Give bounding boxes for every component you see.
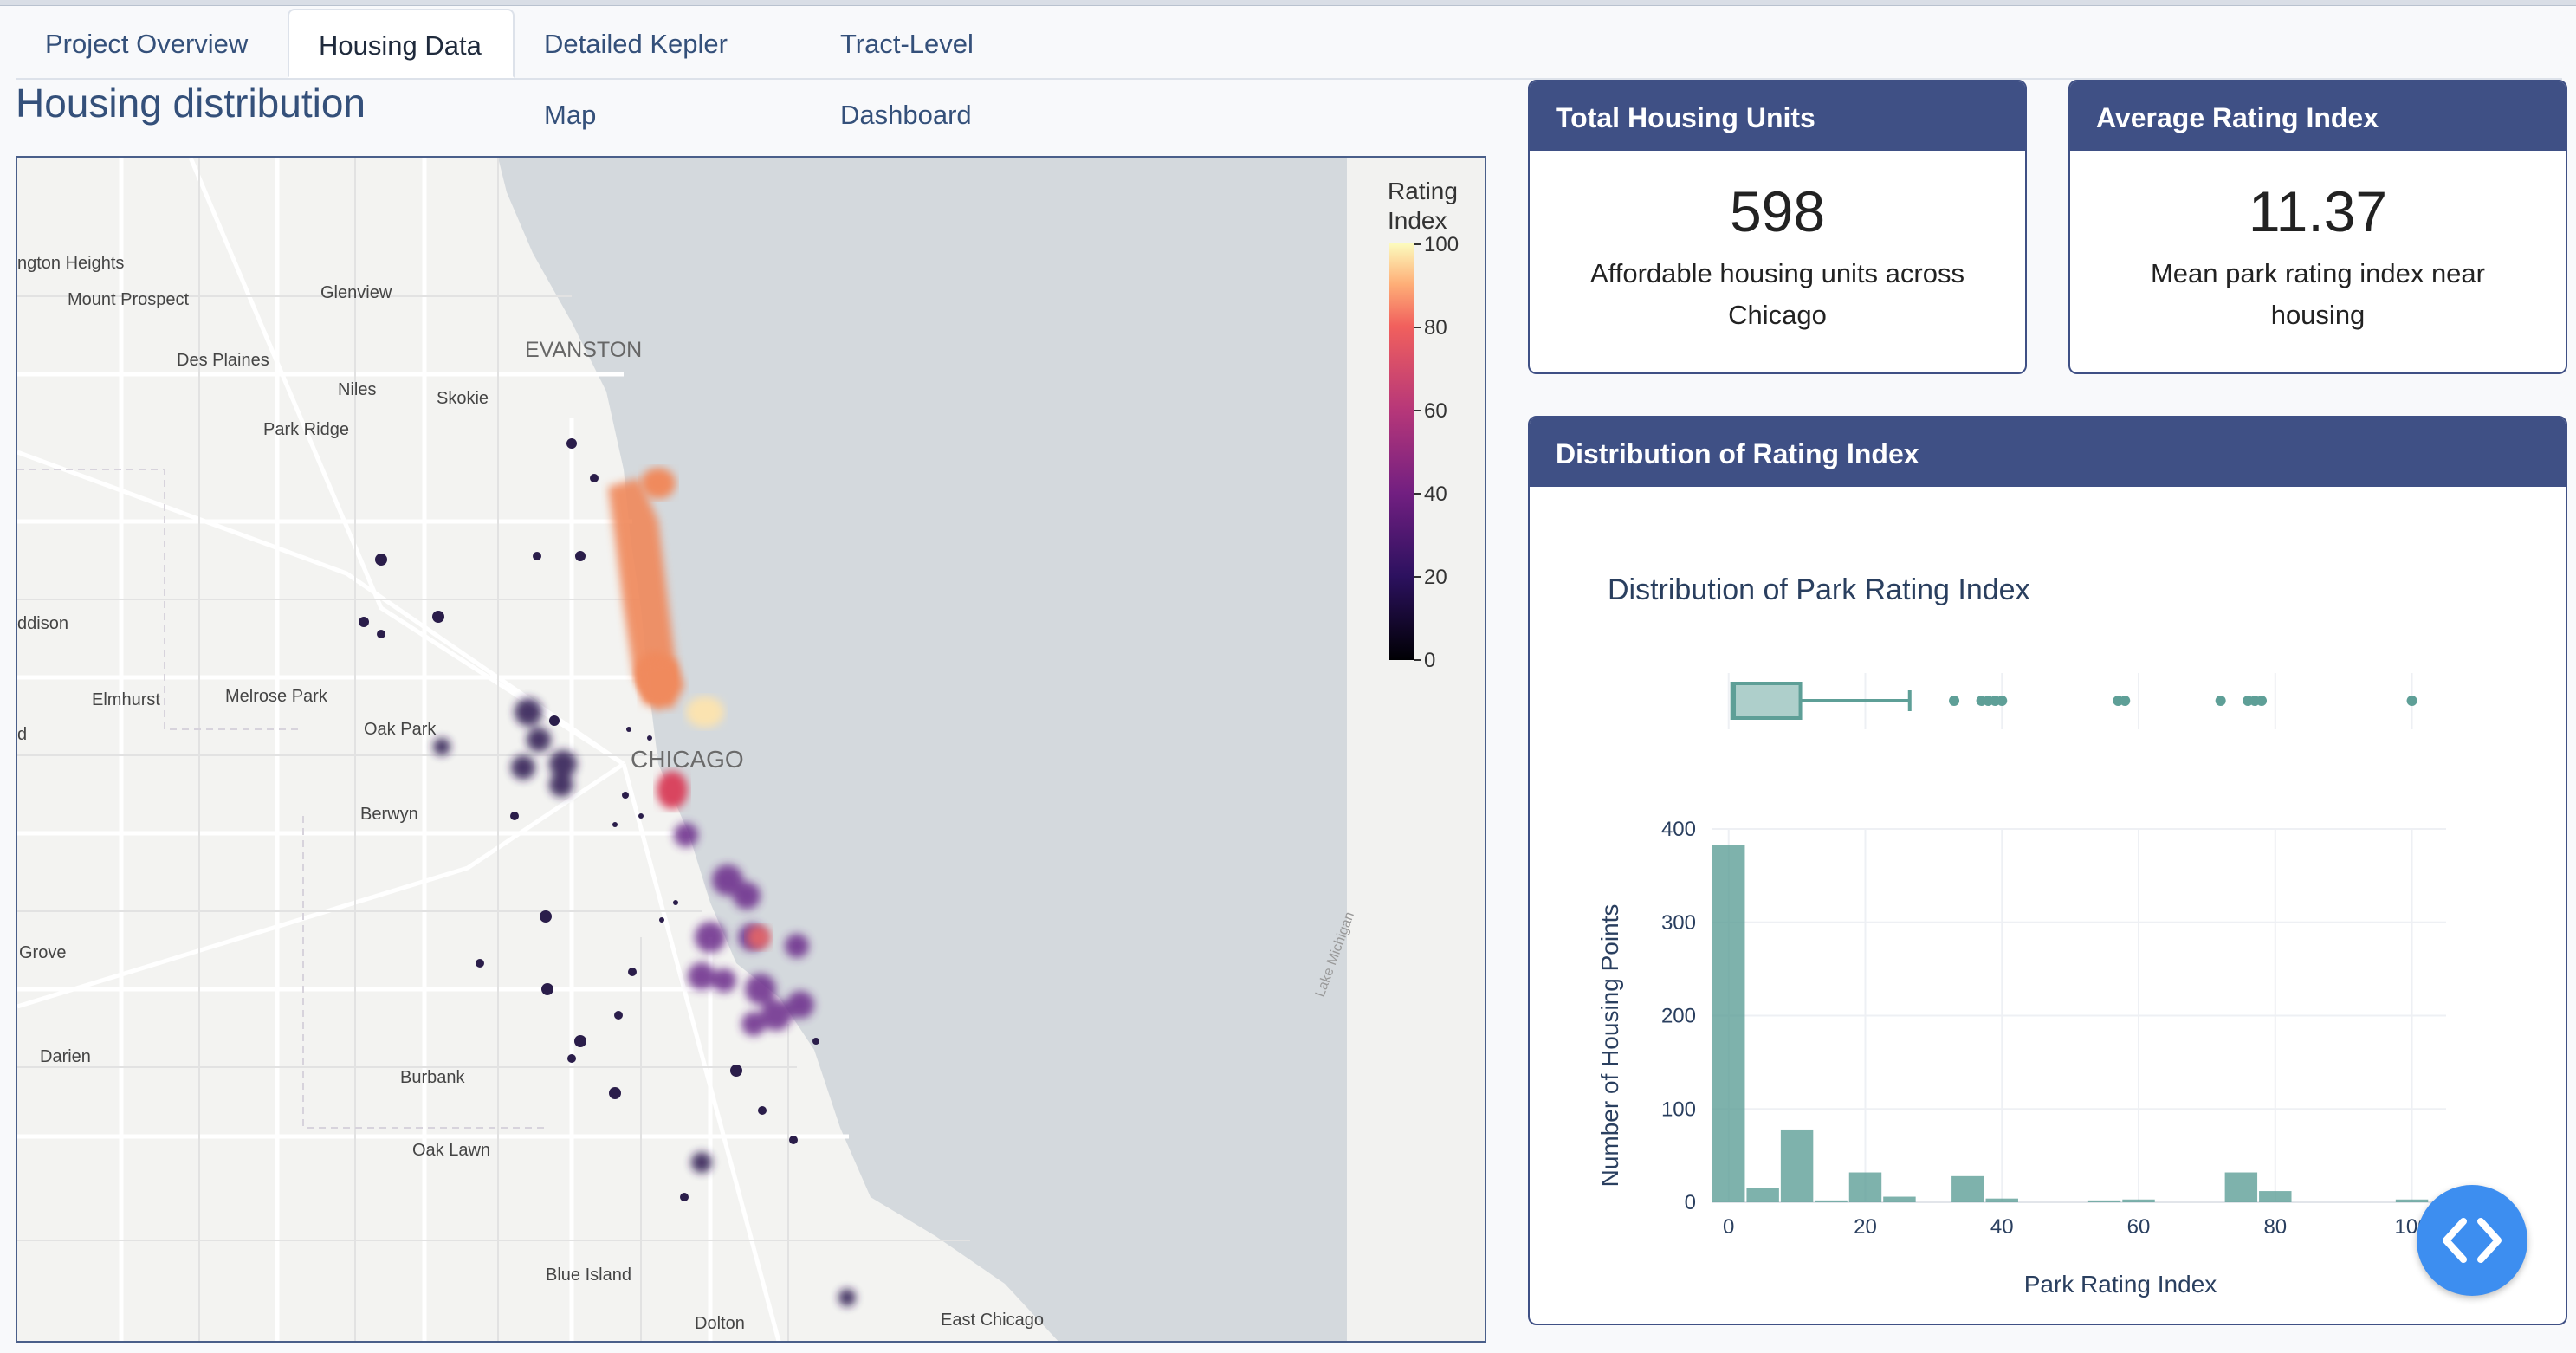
total-housing-units-title: Total Housing Units bbox=[1530, 81, 2025, 151]
y-tick-label: 300 bbox=[1661, 911, 1696, 935]
boxplot-outlier bbox=[2120, 696, 2131, 706]
label-heights: ngton Heights bbox=[17, 254, 124, 273]
label-berwyn: Berwyn bbox=[360, 805, 418, 824]
tab-tract-level-dashboard[interactable]: Tract-Level Dashboard bbox=[811, 9, 1140, 130]
chart-boxplot bbox=[1730, 682, 2417, 720]
page-title: Housing distribution bbox=[16, 81, 366, 126]
chart-y-axis-label: Number of Housing Points bbox=[1596, 904, 1623, 1188]
x-tick-label: 60 bbox=[2127, 1215, 2151, 1239]
colorbar-tick-20: 20 bbox=[1424, 566, 1447, 589]
boxplot-outlier bbox=[2256, 696, 2268, 706]
label-mount-prospect: Mount Prospect bbox=[68, 290, 190, 309]
label-chicago: CHICAGO bbox=[631, 746, 744, 773]
histogram-bar bbox=[2122, 1199, 2155, 1202]
histogram-bar bbox=[1951, 1175, 1984, 1202]
y-tick-label: 100 bbox=[1661, 1097, 1696, 1121]
total-housing-units-subtitle: Affordable housing units across Chicago bbox=[1590, 258, 1964, 330]
colorbar-tick-100: 100 bbox=[1424, 233, 1459, 256]
rating-index-colorbar: Rating Index 100 80 60 40 20 0 bbox=[1388, 178, 1459, 672]
tab-housing-data[interactable]: Housing Data bbox=[288, 9, 515, 78]
colorbar-gradient bbox=[1389, 243, 1414, 660]
colorbar-tick-40: 40 bbox=[1424, 482, 1447, 506]
chart-y-ticks: 0 100 200 300 400 bbox=[1661, 818, 1696, 1214]
y-tick-label: 0 bbox=[1685, 1191, 1696, 1214]
distribution-card: Distribution of Rating Index Distributio… bbox=[1528, 416, 2567, 1325]
label-glenview: Glenview bbox=[320, 283, 392, 302]
label-d: d bbox=[17, 725, 27, 744]
distribution-card-title: Distribution of Rating Index bbox=[1530, 418, 2566, 487]
label-des-plaines: Des Plaines bbox=[177, 351, 269, 370]
code-brackets-icon bbox=[2443, 1218, 2502, 1263]
average-rating-index-card: Average Rating Index 11.37 Mean park rat… bbox=[2068, 80, 2567, 374]
x-tick-label: 0 bbox=[1723, 1215, 1734, 1239]
average-rating-index-subtitle: Mean park rating index near housing bbox=[2150, 258, 2485, 330]
tab-bar: Project Overview Housing Data Detailed K… bbox=[16, 9, 2562, 130]
chart-grid bbox=[1712, 673, 2446, 1203]
code-toggle-button[interactable] bbox=[2417, 1185, 2527, 1296]
boxplot-outlier bbox=[2406, 696, 2417, 706]
histogram-bar bbox=[1985, 1198, 2018, 1202]
label-blue-island: Blue Island bbox=[546, 1266, 631, 1285]
label-niles: Niles bbox=[338, 380, 376, 399]
total-housing-units-value: 598 bbox=[1729, 179, 1826, 243]
colorbar-tick-80: 80 bbox=[1424, 316, 1447, 340]
histogram-bar bbox=[1712, 845, 1745, 1202]
x-tick-label: 20 bbox=[1854, 1215, 1877, 1239]
label-melrose-park: Melrose Park bbox=[225, 687, 328, 706]
tab-project-overview[interactable]: Project Overview bbox=[16, 9, 288, 78]
label-addison: ddison bbox=[17, 614, 68, 633]
window-top-border bbox=[0, 0, 2576, 6]
y-tick-label: 400 bbox=[1661, 818, 1696, 841]
label-park-ridge: Park Ridge bbox=[263, 420, 349, 439]
south-side-highlight bbox=[747, 925, 771, 949]
x-tick-label: 40 bbox=[1990, 1215, 2014, 1239]
label-east-chicago: East Chicago bbox=[941, 1311, 1044, 1330]
label-skokie: Skokie bbox=[437, 389, 489, 408]
chart-x-axis-label: Park Rating Index bbox=[2024, 1271, 2217, 1298]
average-rating-index-title: Average Rating Index bbox=[2070, 81, 2566, 151]
average-rating-index-value: 11.37 bbox=[2248, 179, 2388, 243]
histogram-bar bbox=[1883, 1196, 1916, 1202]
label-oak-park: Oak Park bbox=[364, 720, 437, 739]
colorbar-tick-60: 60 bbox=[1424, 399, 1447, 423]
colorbar-title-line1: Rating bbox=[1388, 178, 1458, 204]
histogram-bar bbox=[1780, 1129, 1814, 1202]
chart-bars bbox=[1712, 845, 2429, 1202]
histogram-bar bbox=[2259, 1191, 2292, 1202]
histogram-bar bbox=[1848, 1172, 1882, 1202]
x-tick-label: 80 bbox=[2263, 1215, 2287, 1239]
chart-title: Distribution of Park Rating Index bbox=[1608, 573, 2030, 606]
boxplot-outlier bbox=[1997, 696, 2008, 706]
colorbar-tick-0: 0 bbox=[1424, 649, 1435, 672]
boxplot-box bbox=[1730, 682, 1803, 720]
boxplot-outlier bbox=[2215, 696, 2226, 706]
label-evanston: EVANSTON bbox=[525, 338, 642, 362]
colorbar-title-line2: Index bbox=[1388, 207, 1447, 234]
tab-detailed-kepler-map[interactable]: Detailed Kepler Map bbox=[515, 9, 811, 130]
label-elmhurst: Elmhurst bbox=[92, 690, 160, 709]
label-grove: Grove bbox=[19, 943, 66, 962]
histogram-bar bbox=[1746, 1188, 1779, 1202]
housing-map[interactable]: ngton Heights Mount Prospect Glenview EV… bbox=[16, 156, 1486, 1343]
chart-x-ticks: 0 20 40 60 80 100 bbox=[1723, 1215, 2430, 1239]
label-darien: Darien bbox=[40, 1047, 91, 1066]
label-burbank: Burbank bbox=[400, 1068, 465, 1087]
label-dolton: Dolton bbox=[695, 1314, 745, 1333]
boxplot-outlier bbox=[1949, 696, 1960, 706]
y-tick-label: 200 bbox=[1661, 1005, 1696, 1028]
label-oak-lawn: Oak Lawn bbox=[412, 1141, 490, 1160]
rating-distribution-chart[interactable]: Distribution of Park Rating Index 0 20 40 6… bbox=[1530, 487, 2566, 1324]
total-housing-units-card: Total Housing Units 598 Affordable housi… bbox=[1528, 80, 2027, 374]
histogram-bar bbox=[2087, 1200, 2121, 1202]
histogram-bar bbox=[2224, 1172, 2258, 1202]
histogram-bar bbox=[1815, 1200, 1848, 1202]
